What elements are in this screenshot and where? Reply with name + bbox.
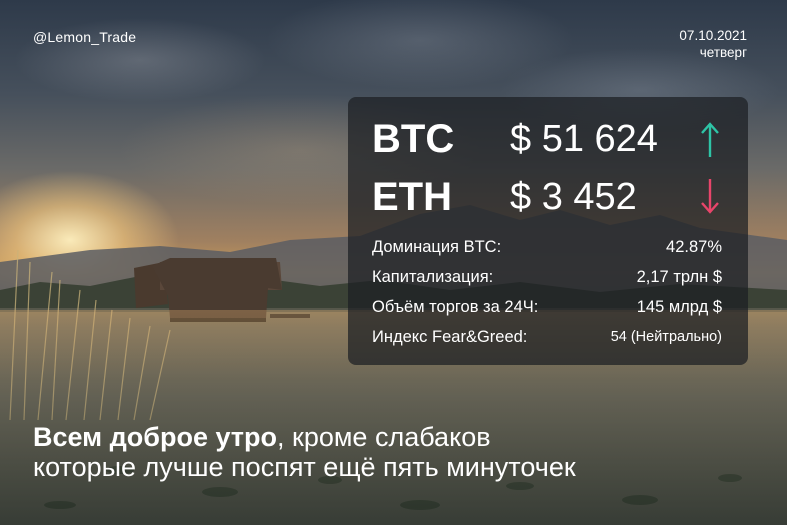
arrow-up-icon bbox=[701, 122, 719, 157]
coin-symbol: BTC bbox=[372, 117, 455, 161]
coin-row-btc: BTC $ 51 624 bbox=[372, 115, 732, 165]
stat-row-capitalization: Капитализация: 2,17 трлн $ bbox=[372, 262, 722, 292]
stat-label: Капитализация: bbox=[372, 268, 494, 286]
coin-price: $ 51 624 bbox=[510, 118, 658, 160]
caption-rest: , кроме слабаков bbox=[277, 422, 491, 452]
caption-line-1: Всем доброе утро, кроме слабаков bbox=[33, 422, 576, 452]
stat-value: 42.87% bbox=[666, 238, 722, 256]
caption-line-2: которые лучше поспят ещё пять минуточек bbox=[33, 452, 576, 482]
caption-bold: Всем доброе утро bbox=[33, 422, 278, 452]
background-photo: @Lemon_Trade 07.10.2021 четверг BTC $ 51… bbox=[0, 0, 787, 525]
stat-value: 145 млрд $ bbox=[636, 298, 722, 316]
stat-row-volume: Объём торгов за 24Ч: 145 млрд $ bbox=[372, 292, 722, 322]
date-block: 07.10.2021 четверг bbox=[679, 27, 747, 61]
stat-row-fear-greed: Индекс Fear&Greed: 54 (Нейтрально) bbox=[372, 322, 722, 352]
coin-price: $ 3 452 bbox=[510, 176, 637, 218]
stat-label: Объём торгов за 24Ч: bbox=[372, 298, 539, 316]
stat-label: Индекс Fear&Greed: bbox=[372, 328, 528, 346]
stats-list: Доминация BTC: 42.87% Капитализация: 2,1… bbox=[372, 232, 722, 352]
channel-handle: @Lemon_Trade bbox=[33, 29, 137, 45]
stat-label: Доминация BTC: bbox=[372, 238, 502, 256]
coin-row-eth: ETH $ 3 452 bbox=[372, 173, 732, 223]
weekday-text: четверг bbox=[699, 45, 747, 60]
stat-value: 54 (Нейтрально) bbox=[610, 329, 722, 345]
greeting-caption: Всем доброе утро, кроме слабаков которые… bbox=[33, 422, 576, 482]
coin-symbol: ETH bbox=[372, 175, 452, 219]
stat-row-dominance: Доминация BTC: 42.87% bbox=[372, 232, 722, 262]
market-panel: BTC $ 51 624 ETH $ 3 452 Доминация BTC: … bbox=[348, 97, 748, 365]
arrow-down-icon bbox=[701, 179, 719, 214]
date-text: 07.10.2021 bbox=[679, 28, 747, 43]
stat-value: 2,17 трлн $ bbox=[636, 268, 722, 286]
